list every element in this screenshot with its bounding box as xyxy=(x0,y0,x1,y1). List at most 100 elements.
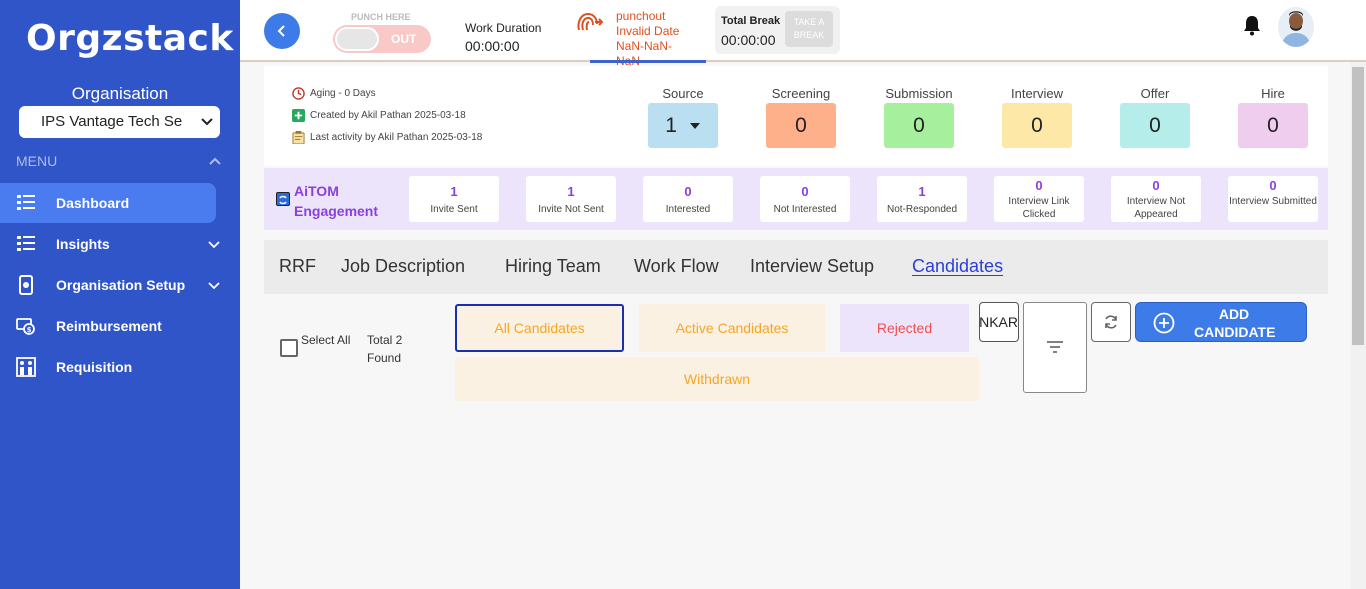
aitom-card-value: 0 xyxy=(1035,178,1043,193)
filter-withdrawn[interactable]: Withdrawn xyxy=(455,357,979,401)
stage-interview[interactable]: Interview 0 xyxy=(1002,86,1072,148)
total-break-box: Total Break 00:00:00 TAKE A BREAK xyxy=(715,6,840,54)
created-row: Created by Akil Pathan 2025-03-18 xyxy=(292,109,466,122)
filter-icon xyxy=(1047,341,1063,353)
take-break-button[interactable]: TAKE A BREAK xyxy=(785,11,833,47)
sidebar-item-requisition[interactable]: Requisition xyxy=(0,347,216,387)
reimbursement-icon: $ xyxy=(16,316,36,336)
bell-icon[interactable] xyxy=(1242,14,1262,36)
svg-text:$: $ xyxy=(27,326,32,334)
aitom-card-label: Interested xyxy=(665,204,711,215)
topbar-underline xyxy=(590,60,706,63)
aitom-engagement: AiTOM Engagement 1 Invite Sent 1 Invite … xyxy=(264,168,1328,230)
aitom-card-value: 1 xyxy=(918,184,926,199)
scrollbar-thumb[interactable] xyxy=(1352,67,1364,345)
aitom-card-label: Not Interested xyxy=(773,204,837,215)
sidebar-item-label: Requisition xyxy=(56,359,133,375)
stage-screening[interactable]: Screening 0 xyxy=(766,86,836,148)
add-candidate-label: ADD CANDIDATE xyxy=(1194,306,1276,340)
aitom-card-interview-submitted[interactable]: 0 Interview Submitted xyxy=(1228,176,1318,222)
aitom-card-interested[interactable]: 0 Interested xyxy=(643,176,733,222)
caret-down-icon xyxy=(689,123,700,130)
stage-source[interactable]: Source 1 xyxy=(648,86,718,148)
aitom-card-interview-link-clicked[interactable]: 0 Interview Link Clicked xyxy=(994,176,1084,222)
sidebar-item-insights[interactable]: Insights xyxy=(0,224,220,264)
work-duration-value: 00:00:00 xyxy=(465,38,520,54)
punch-label: PUNCH HERE xyxy=(351,12,411,22)
sidebar-item-reimbursement[interactable]: $ Reimbursement xyxy=(0,306,216,346)
sidebar-item-label: Reimbursement xyxy=(56,318,162,334)
user-avatar-icon xyxy=(1278,7,1314,47)
menu-label: MENU xyxy=(16,153,58,169)
aitom-card-value: 1 xyxy=(450,184,458,199)
tab-hiring-team[interactable]: Hiring Team xyxy=(505,256,601,277)
aitom-card-invite-sent[interactable]: 1 Invite Sent xyxy=(409,176,499,222)
aitom-card-label: Interview Link Clicked xyxy=(1008,196,1070,220)
chevron-down-icon xyxy=(208,282,220,290)
stage-value-box[interactable]: 1 xyxy=(648,103,718,148)
sidebar-item-label: Insights xyxy=(56,236,110,252)
tab-rrf[interactable]: RRF xyxy=(279,256,316,277)
aitom-card-value: 0 xyxy=(1152,178,1160,193)
tab-interview-setup[interactable]: Interview Setup xyxy=(750,256,874,277)
aitom-icon xyxy=(276,192,290,206)
total-found: Total 2 Found xyxy=(367,333,403,365)
aitom-card-value: 0 xyxy=(684,184,692,199)
tab-work-flow[interactable]: Work Flow xyxy=(634,256,719,277)
add-candidate-button[interactable]: ADD CANDIDATE xyxy=(1135,302,1307,342)
refresh-button[interactable] xyxy=(1091,302,1131,342)
filter-rejected[interactable]: Rejected xyxy=(840,304,969,352)
select-all-checkbox[interactable] xyxy=(280,339,298,357)
tab-job-description[interactable]: Job Description xyxy=(341,256,465,277)
requisition-summary: Aging - 0 Days Created by Akil Pathan 20… xyxy=(264,66,1328,166)
stage-submission[interactable]: Submission 0 xyxy=(884,86,954,148)
aitom-card-interview-not-appeared[interactable]: 0 Interview Not Appeared xyxy=(1111,176,1201,222)
clock-icon xyxy=(292,87,305,100)
aging-text: Aging - 0 Days xyxy=(310,88,376,99)
stage-label: Source xyxy=(662,86,704,101)
aitom-card-invite-not-sent[interactable]: 1 Invite Not Sent xyxy=(526,176,616,222)
chevron-down-icon xyxy=(201,118,213,126)
stage-value[interactable]: 0 xyxy=(1120,103,1190,148)
stage-value[interactable]: 0 xyxy=(1238,103,1308,148)
back-button[interactable] xyxy=(264,13,300,49)
clipboard-icon xyxy=(292,131,305,144)
work-duration-label: Work Duration xyxy=(465,21,542,35)
stage-value[interactable]: 0 xyxy=(766,103,836,148)
aitom-card-not-interested[interactable]: 0 Not Interested xyxy=(760,176,850,222)
dashboard-icon xyxy=(16,193,36,213)
tab-candidates[interactable]: Candidates xyxy=(912,256,1003,277)
sidebar-item-organisation-setup[interactable]: Organisation Setup xyxy=(0,265,220,305)
fingerprint-icon xyxy=(577,12,603,31)
menu-header[interactable]: MENU xyxy=(16,153,221,169)
requisition-tabs: RRF Job Description Hiring Team Work Flo… xyxy=(264,240,1328,294)
aitom-card-not-responded[interactable]: 1 Not-Responded xyxy=(877,176,967,222)
aitom-card-value: 0 xyxy=(801,184,809,199)
organisation-select[interactable]: IPS Vantage Tech Se xyxy=(19,106,220,138)
punch-toggle[interactable]: OUT xyxy=(333,25,431,53)
aitom-card-value: 0 xyxy=(1269,178,1277,193)
sidebar-item-label: Dashboard xyxy=(56,195,130,211)
chevron-left-icon xyxy=(277,25,285,37)
stage-hire[interactable]: Hire 0 xyxy=(1238,86,1308,148)
stage-value[interactable]: 0 xyxy=(1002,103,1072,148)
stage-offer[interactable]: Offer 0 xyxy=(1120,86,1190,148)
avatar[interactable] xyxy=(1278,7,1314,47)
last-activity-row: Last activity by Akil Pathan 2025-03-18 xyxy=(292,131,482,144)
aitom-card-label: Invite Not Sent xyxy=(538,204,604,215)
stage-label: Hire xyxy=(1261,86,1285,101)
topbar: PUNCH HERE OUT Work Duration 00:00:00 pu… xyxy=(240,0,1366,68)
filter-all-candidates[interactable]: All Candidates xyxy=(455,304,624,352)
requisition-icon xyxy=(16,357,36,377)
organisation-label: Organisation xyxy=(71,84,169,103)
sidebar-item-dashboard[interactable]: Dashboard xyxy=(0,183,216,223)
stage-value[interactable]: 0 xyxy=(884,103,954,148)
filter-active-candidates[interactable]: Active Candidates xyxy=(639,304,825,352)
page-scrollbar[interactable] xyxy=(1350,62,1366,589)
rank-button[interactable]: RANKAR xyxy=(979,302,1019,342)
punch-state: OUT xyxy=(391,32,417,46)
app-logo[interactable]: Orgzstack xyxy=(26,18,234,59)
add-note-icon xyxy=(292,109,305,122)
last-activity-text: Last activity by Akil Pathan 2025-03-18 xyxy=(310,132,483,143)
aitom-title: AiTOM Engagement xyxy=(294,183,379,219)
